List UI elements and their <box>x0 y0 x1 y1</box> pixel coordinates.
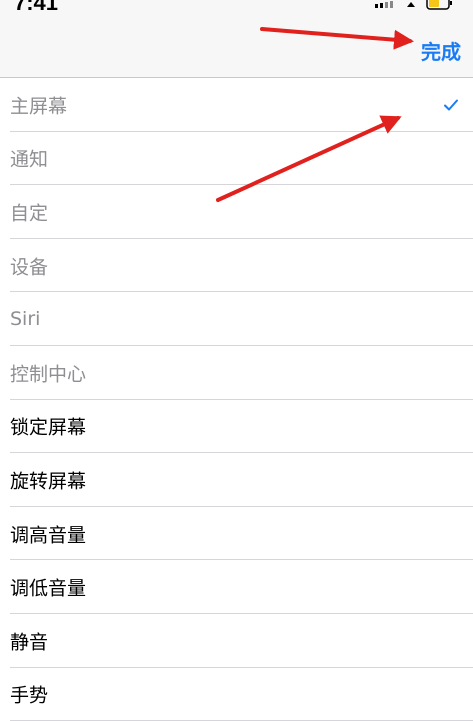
menu-item[interactable]: 旋转屏幕 <box>0 453 473 507</box>
menu-item-label: Siri <box>10 308 41 331</box>
menu-item[interactable]: 静音 <box>0 614 473 668</box>
menu-item-label: 手势 <box>10 684 49 707</box>
menu-list: 主屏幕通知自定设备 Siri 控制中心锁定屏幕旋转屏幕调高音量调低音量静音手势 <box>0 78 473 721</box>
status-bar: 7:41 <box>0 0 473 14</box>
menu-item[interactable]: 设备 <box>0 239 473 293</box>
menu-item[interactable]: 主屏幕 <box>0 78 473 132</box>
menu-item[interactable]: 控制中心 <box>0 346 473 400</box>
menu-item-label: 调低音量 <box>10 577 87 600</box>
menu-item-label: 自定 <box>10 202 49 225</box>
menu-item-label: 设备 <box>10 256 49 279</box>
done-button[interactable]: 完成 <box>421 36 461 65</box>
menu-item[interactable]: 自定 <box>0 185 473 239</box>
menu-item-label: 静音 <box>10 631 49 654</box>
menu-item-label: 旋转屏幕 <box>10 470 87 493</box>
navigation-bar: 完成 <box>0 14 473 78</box>
status-icons <box>375 0 452 10</box>
menu-item[interactable]: 调高音量 <box>0 507 473 561</box>
menu-item[interactable]: 手势 <box>0 668 473 721</box>
menu-item-label: 调高音量 <box>10 524 87 547</box>
signal-icon <box>375 1 393 8</box>
menu-item-label: 主屏幕 <box>10 95 68 118</box>
menu-item-label: 通知 <box>10 148 49 171</box>
menu-item-label: 控制中心 <box>10 363 87 386</box>
menu-item-label: 锁定屏幕 <box>10 416 87 439</box>
battery-icon <box>426 0 452 10</box>
menu-item[interactable]: 通知 <box>0 132 473 186</box>
wifi-icon <box>407 2 415 7</box>
menu-item[interactable]: 锁定屏幕 <box>0 400 473 454</box>
status-time: 7:41 <box>14 0 59 14</box>
menu-item[interactable]: Siri <box>0 292 473 346</box>
menu-item[interactable]: 调低音量 <box>0 560 473 614</box>
checkmark-icon <box>444 99 458 111</box>
